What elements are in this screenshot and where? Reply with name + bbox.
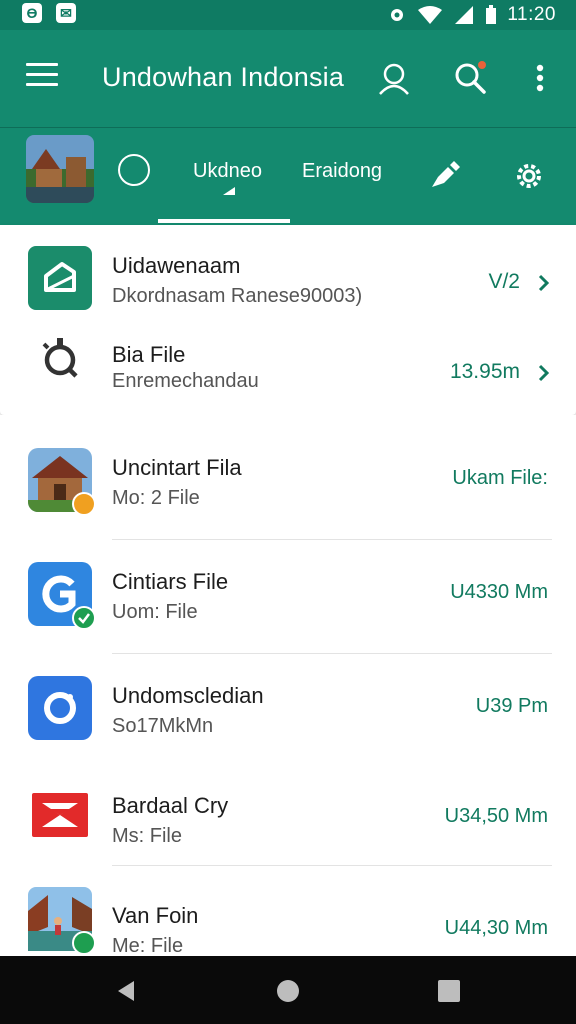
list-item-title: Van Foin (112, 903, 199, 928)
g-app-icon (28, 562, 96, 630)
status-time: 11:20 (507, 4, 556, 25)
bia-file-subtitle: Enremechandau (112, 370, 259, 392)
battery-icon (486, 5, 497, 24)
list-item-value: U39 Pm (475, 695, 548, 717)
app-title: Undowhan Indonsia (102, 62, 345, 92)
list-item-subtitle: Mo: 2 File (112, 487, 200, 509)
app-toolbar: Undowhan Indonsia (0, 30, 576, 127)
featured-row[interactable]: Uidawenaam Dkordnasam Ranese90003) V/2 (0, 230, 576, 322)
list-item-value: U44,30 Mm (444, 917, 548, 939)
status-badge (72, 492, 96, 516)
search-icon[interactable] (452, 60, 488, 96)
signal-icon (455, 6, 474, 24)
chevron-right-icon (538, 364, 550, 382)
list-item-value: U34,50 Mm (444, 805, 548, 827)
location-thumbnail[interactable] (26, 135, 94, 203)
tab-ukdneo[interactable]: Ukdneo (193, 160, 262, 183)
check-badge-icon (72, 606, 96, 630)
caret-icon[interactable] (222, 186, 236, 196)
featured-title: Uidawenaam (112, 253, 241, 278)
house-photo-icon (28, 448, 96, 516)
home-icon[interactable] (273, 976, 303, 1006)
list-item-title: Undomscledian (112, 683, 264, 708)
list-item-value: U4330 Mm (450, 581, 548, 603)
featured-card: Uidawenaam Dkordnasam Ranese90003) V/2 B… (0, 225, 576, 415)
list-item-title: Bardaal Cry (112, 793, 229, 818)
list-item-subtitle: Uom: File (112, 601, 198, 623)
account-icon[interactable] (376, 60, 412, 96)
list-item-subtitle: Ms: File (112, 825, 182, 847)
list-item-value: Ukam File: (452, 467, 548, 489)
chevron-right-icon (538, 274, 550, 292)
circle-app-icon (28, 676, 92, 740)
tab-bar: Ukdneo Eraidong (0, 127, 576, 225)
tab-eraidong[interactable]: Eraidong (302, 160, 382, 183)
bia-file-value: 13.95m (449, 360, 520, 383)
more-options-icon[interactable] (522, 60, 558, 96)
tab-circle-icon[interactable] (118, 154, 150, 186)
list-item[interactable]: Undomscledian So17MkMn U39 Pm (0, 643, 576, 757)
featured-subtitle: Dkordnasam Ranese90003) (112, 285, 363, 307)
street-photo-icon (28, 887, 96, 955)
list-item[interactable]: Bardaal Cry Ms: File U34,50 Mm (0, 753, 576, 867)
message-icon: ✉ (56, 3, 76, 23)
bia-file-title: Bia File (112, 342, 186, 367)
menu-icon[interactable] (26, 63, 58, 93)
bia-file-row[interactable]: Bia File Enremechandau 13.95m (0, 322, 576, 414)
featured-value: V/2 (488, 270, 520, 293)
back-icon[interactable] (112, 976, 142, 1006)
system-navigation-bar (0, 956, 576, 1024)
list-item-title: Cintiars File (112, 569, 229, 594)
wifi-icon (418, 6, 443, 24)
active-tab-indicator (158, 219, 290, 223)
list-item-title: Uncintart Fila (112, 455, 242, 480)
status-bar: ϴ ✉ 11:20 (0, 0, 576, 30)
list-item[interactable]: Uncintart Fila Mo: 2 File Ukam File: (0, 415, 576, 529)
recents-icon[interactable] (434, 976, 464, 1006)
list-item-subtitle: So17MkMn (112, 715, 214, 737)
red-app-icon (28, 783, 92, 847)
app-logo-icon (28, 246, 92, 310)
list-item-subtitle: Me: File (112, 935, 184, 957)
settings-icon[interactable] (512, 159, 546, 193)
timer-icon (42, 338, 78, 378)
notification-icon: ϴ (22, 3, 42, 23)
edit-icon[interactable] (428, 159, 462, 193)
file-list: Uncintart Fila Mo: 2 File Ukam File: Cin… (0, 415, 576, 957)
list-item[interactable]: Cintiars File Uom: File U4330 Mm (0, 529, 576, 643)
status-badge (72, 931, 96, 955)
settings-status-icon (391, 9, 404, 21)
